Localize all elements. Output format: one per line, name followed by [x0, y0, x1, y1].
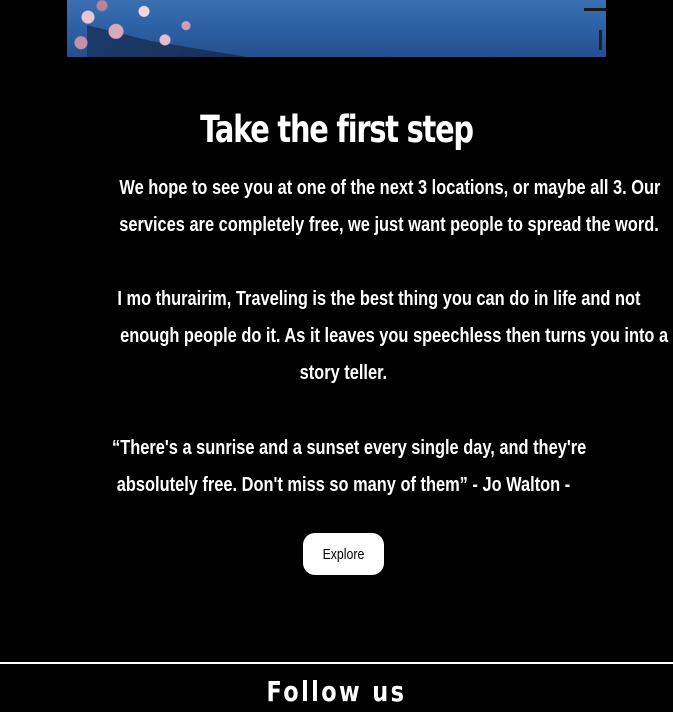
paragraph-line: I mo thurairim, Traveling is the best th…	[117, 288, 641, 310]
paragraph-line: enough people do it. As it leaves you sp…	[120, 325, 669, 347]
paragraph-line: “There's a sunrise and a sunset every si…	[112, 437, 587, 459]
explore-button[interactable]: Explore	[303, 533, 384, 575]
footer-title: Follow us	[0, 672, 673, 712]
branch-graphic	[584, 8, 606, 11]
explore-button-label: Explore	[322, 545, 365, 563]
footer-title-text: Follow us	[266, 675, 407, 708]
cherry-blossom-graphic	[67, 0, 207, 57]
branch-graphic	[599, 30, 602, 50]
paragraph-line: story teller.	[299, 362, 387, 384]
hero-image	[67, 0, 606, 57]
intro-paragraph: We hope to see you at one of the next 3 …	[60, 170, 660, 244]
section-title: Take the first step	[200, 108, 474, 151]
paragraph-line: We hope to see you at one of the next 3 …	[119, 177, 661, 199]
quote-paragraph: “There's a sunrise and a sunset every si…	[60, 430, 626, 504]
paragraph-line: absolutely free. Don't miss so many of t…	[116, 474, 570, 496]
travel-paragraph: I mo thurairim, Traveling is the best th…	[60, 281, 668, 392]
paragraph-line: services are completely free, we just wa…	[119, 214, 659, 236]
footer-divider	[0, 662, 673, 664]
